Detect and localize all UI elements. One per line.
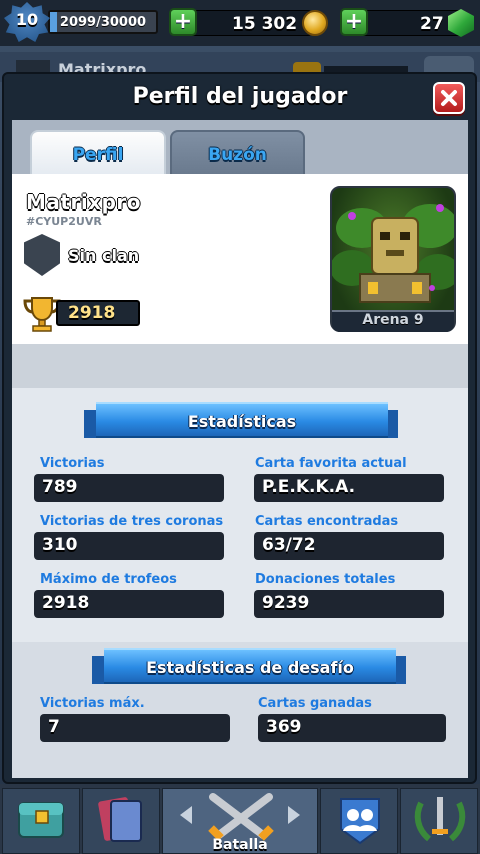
profile-panel-footer bbox=[12, 344, 468, 388]
tab-inbox[interactable]: Buzón bbox=[170, 130, 305, 174]
nav-battle-label: Batalla bbox=[212, 837, 268, 853]
stats-ribbon: Estadísticas bbox=[96, 402, 388, 438]
stat-label-favorite-card: Carta favorita actual bbox=[255, 456, 407, 471]
stat-label-wins: Victorias bbox=[40, 456, 105, 471]
laurel-sword-icon bbox=[414, 797, 466, 842]
tab-profile-label: Perfil bbox=[72, 145, 124, 165]
player-tag: #CYUP2UVR bbox=[26, 215, 102, 228]
clan-name: Sin clan bbox=[68, 246, 140, 265]
nav-left-arrow-icon[interactable] bbox=[180, 806, 192, 824]
stat-value-max-wins: 7 bbox=[48, 717, 60, 737]
stat-label-max-wins: Victorias máx. bbox=[40, 696, 145, 711]
stat-value-three-crowns: 310 bbox=[42, 535, 78, 555]
stat-box-wins: 789 bbox=[34, 474, 224, 502]
stat-value-wins: 789 bbox=[42, 477, 78, 497]
stat-box-cards-won: 369 bbox=[258, 714, 446, 742]
stat-box-three-crowns: 310 bbox=[34, 532, 224, 560]
stat-value-cards-found: 63/72 bbox=[262, 535, 316, 555]
gold-coin-icon bbox=[302, 10, 328, 36]
trophy-count: 2918 bbox=[68, 303, 116, 323]
stat-label-cards-won: Cartas ganadas bbox=[258, 696, 372, 711]
stat-box-max-wins: 7 bbox=[40, 714, 230, 742]
stats-title: Estadísticas bbox=[187, 412, 297, 431]
nav-shop[interactable] bbox=[2, 788, 80, 854]
stat-value-favorite-card: P.E.K.K.A. bbox=[262, 477, 356, 497]
stat-box-donations: 9239 bbox=[254, 590, 444, 618]
nav-right-arrow-icon[interactable] bbox=[288, 806, 300, 824]
stat-label-three-crowns: Victorias de tres coronas bbox=[40, 514, 224, 529]
social-people-icon bbox=[340, 798, 380, 845]
level-number: 10 bbox=[15, 10, 39, 29]
shop-chest-icon bbox=[18, 802, 64, 838]
stat-box-cards-found: 63/72 bbox=[254, 532, 444, 560]
stat-value-donations: 9239 bbox=[262, 593, 310, 613]
stat-label-donations: Donaciones totales bbox=[255, 572, 396, 587]
challenge-ribbon: Estadísticas de desafío bbox=[104, 648, 396, 684]
cards-icon bbox=[98, 797, 142, 842]
stat-value-max-trophies: 2918 bbox=[42, 593, 90, 613]
stat-box-favorite-card: P.E.K.K.A. bbox=[254, 474, 444, 502]
arena-label: Arena 9 bbox=[362, 312, 424, 328]
stat-label-cards-found: Cartas encontradas bbox=[255, 514, 399, 529]
tab-profile[interactable]: Perfil bbox=[30, 130, 166, 176]
player-name: Matrixpro bbox=[26, 190, 141, 214]
add-gems-button[interactable]: + bbox=[340, 8, 368, 36]
modal-title: Perfil del jugador bbox=[132, 84, 348, 109]
nav-social[interactable] bbox=[320, 788, 398, 854]
close-icon bbox=[441, 90, 457, 106]
gold-amount: 15 302 bbox=[232, 14, 298, 34]
nav-tournaments[interactable] bbox=[400, 788, 478, 854]
stat-label-max-trophies: Máximo de trofeos bbox=[40, 572, 177, 587]
add-gold-button[interactable]: + bbox=[169, 8, 197, 36]
stat-box-max-trophies: 2918 bbox=[34, 590, 224, 618]
xp-text: 2099/30000 bbox=[59, 15, 147, 30]
gem-amount: 27 bbox=[420, 14, 444, 34]
stat-value-cards-won: 369 bbox=[266, 717, 302, 737]
xp-bar[interactable]: 2099/30000 bbox=[48, 10, 158, 34]
nav-cards[interactable] bbox=[82, 788, 160, 854]
tab-inbox-label: Buzón bbox=[208, 145, 267, 165]
close-button[interactable] bbox=[433, 82, 465, 114]
gems-bar bbox=[356, 10, 464, 36]
challenge-title: Estadísticas de desafío bbox=[146, 658, 354, 677]
